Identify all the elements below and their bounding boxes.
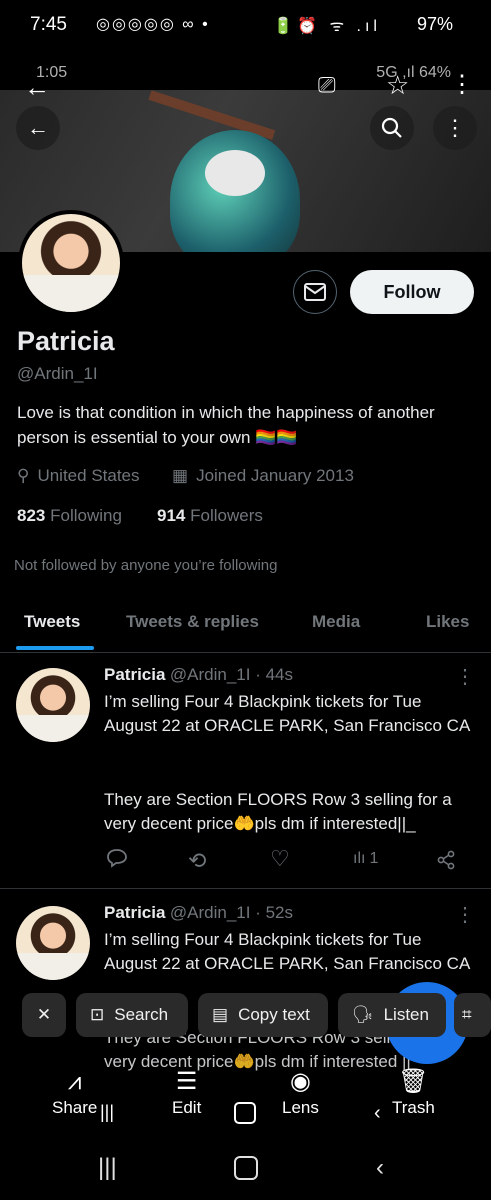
- tweet-handle-time: @Ardin_1I · 52s: [169, 903, 293, 922]
- tab-media[interactable]: Media: [312, 612, 360, 632]
- search-label: Search: [114, 1005, 169, 1024]
- tweet-handle-time: @Ardin_1I · 44s: [169, 665, 293, 684]
- location-text: United States: [37, 466, 140, 485]
- recent-apps-icon: |||: [100, 1102, 115, 1122]
- not-followed-notice: Not followed by anyone you’re following: [14, 557, 278, 574]
- followers-label: Followers: [190, 506, 263, 525]
- share-action[interactable]: ⩘ Share: [52, 1066, 97, 1118]
- tweet-more-icon[interactable]: ⋮: [455, 664, 475, 689]
- crop-button[interactable]: ⌗: [454, 993, 491, 1037]
- active-tab-indicator: [16, 646, 94, 650]
- heart-icon: ♡: [270, 846, 290, 871]
- bar-chart-icon: ılı: [353, 850, 366, 867]
- follow-button[interactable]: Follow: [350, 270, 474, 314]
- system-nav-bar: ||| ‹: [0, 1140, 491, 1200]
- calendar-icon: ▦: [172, 466, 189, 485]
- recents-icon[interactable]: |||: [98, 1154, 117, 1182]
- nested-more-icon[interactable]: ⋮: [450, 70, 474, 99]
- tweet-header: Patricia @Ardin_1I · 52s: [104, 903, 293, 923]
- tab-likes[interactable]: Likes: [426, 612, 469, 632]
- profile-avatar[interactable]: [18, 210, 124, 316]
- profile-location: ⚲ United States: [17, 466, 140, 486]
- profile-name: Patricia: [17, 326, 115, 356]
- tweet-author-name[interactable]: Patricia: [104, 665, 165, 684]
- close-overlay-button[interactable]: ✕: [22, 993, 66, 1037]
- lens-action[interactable]: ◉ Lens: [282, 1066, 319, 1118]
- more-options-button[interactable]: ⋮: [433, 106, 477, 150]
- share-label: Share: [52, 1098, 98, 1117]
- tweet-header: Patricia @Ardin_1I · 44s: [104, 665, 293, 685]
- edit-action[interactable]: ☰ Edit: [172, 1066, 201, 1118]
- trash-icon: 🗑: [398, 1068, 429, 1095]
- notification-icons: ◎◎◎◎◎ ∞ •: [96, 16, 210, 33]
- lens-search-icon: ⊡: [90, 1005, 105, 1024]
- profile-joined: ▦ Joined January 2013: [172, 466, 354, 486]
- listen-button[interactable]: 🗣 Listen: [338, 993, 446, 1037]
- copy-text-button[interactable]: ▤ Copy text: [198, 993, 328, 1037]
- retweet-icon: ⟲: [188, 848, 207, 873]
- listen-label: Listen: [383, 1005, 429, 1024]
- battery-level: 97%: [416, 14, 453, 34]
- reply-button[interactable]: [106, 848, 128, 868]
- tweet-text: I’m selling Four 4 Blackpink tickets for…: [104, 692, 471, 735]
- location-pin-icon: ⚲: [17, 466, 30, 485]
- back-icon[interactable]: ‹: [376, 1154, 384, 1182]
- message-button[interactable]: [293, 270, 337, 314]
- banner-figure-face: [205, 150, 265, 196]
- tweet-avatar[interactable]: [16, 668, 90, 742]
- joined-text: Joined January 2013: [196, 466, 354, 485]
- tweet-divider: [0, 888, 491, 889]
- following-count: 823: [17, 506, 46, 525]
- speaker-person-icon: 🗣: [352, 1005, 374, 1024]
- document-icon: ▤: [212, 1005, 229, 1024]
- views-count: 1: [369, 850, 379, 867]
- search-icon: [381, 117, 402, 138]
- search-lens-button[interactable]: ⊡ Search: [76, 993, 188, 1037]
- followers-count-link[interactable]: 914 Followers: [157, 506, 263, 526]
- share-tweet-button[interactable]: [436, 850, 456, 870]
- star-icon[interactable]: ☆: [386, 70, 409, 101]
- lens-icon: ◉: [289, 1068, 311, 1095]
- cast-icon[interactable]: ⎚: [318, 72, 336, 98]
- profile-handle: @Ardin_1I: [17, 364, 98, 383]
- home-square-icon: [234, 1102, 256, 1124]
- more-vertical-icon: ⋮: [444, 115, 466, 140]
- tab-tweets[interactable]: Tweets: [24, 612, 80, 632]
- status-time: 7:45: [30, 14, 67, 35]
- sliders-icon: ☰: [175, 1068, 198, 1095]
- tweet-author-name[interactable]: Patricia: [104, 903, 165, 922]
- back-button[interactable]: ←: [16, 106, 60, 150]
- followers-count: 914: [157, 506, 186, 525]
- views-button[interactable]: ılı 1: [353, 850, 378, 868]
- lens-label: Lens: [282, 1098, 319, 1117]
- edit-label: Edit: [172, 1098, 202, 1117]
- tweet-avatar[interactable]: [16, 906, 90, 980]
- profile-bio: Love is that condition in which the happ…: [17, 403, 435, 447]
- screenshot-actions: ⩘ Share ||| ☰ Edit ◉ Lens 🗑 Trash ‹: [0, 1066, 491, 1126]
- nested-back-arrow-icon[interactable]: ←: [24, 72, 50, 103]
- trash-action[interactable]: 🗑 Trash: [392, 1066, 435, 1118]
- system-icons: 🔋⏰ ᯤ .ıl: [273, 18, 381, 35]
- home-icon[interactable]: [234, 1156, 258, 1180]
- following-count-link[interactable]: 823 Following: [17, 506, 122, 526]
- mail-icon: [304, 283, 326, 301]
- retweet-button[interactable]: ⟲: [188, 848, 206, 874]
- reply-icon: [107, 849, 127, 868]
- tweet-text: They are Section FLOORS Row 3 selling fo…: [104, 790, 452, 833]
- copy-text-label: Copy text: [238, 1005, 310, 1024]
- following-label: Following: [50, 506, 122, 525]
- back-arrow-icon: ←: [27, 115, 49, 140]
- status-bar: 7:45 ◎◎◎◎◎ ∞ • 🔋⏰ ᯤ .ıl 97%: [0, 0, 491, 52]
- trash-label: Trash: [392, 1098, 435, 1117]
- search-button[interactable]: [370, 106, 414, 150]
- tab-tweets-replies[interactable]: Tweets & replies: [126, 612, 259, 632]
- close-icon: ✕: [36, 1005, 52, 1024]
- tweet-more-icon[interactable]: ⋮: [455, 902, 475, 927]
- like-button[interactable]: ♡: [270, 846, 290, 872]
- share-icon: ⩘: [67, 1068, 82, 1095]
- share-icon: [437, 850, 455, 870]
- back-chevron-icon: ‹: [374, 1102, 381, 1124]
- crop-icon: ⌗: [462, 1005, 472, 1024]
- banner-art: [148, 90, 276, 140]
